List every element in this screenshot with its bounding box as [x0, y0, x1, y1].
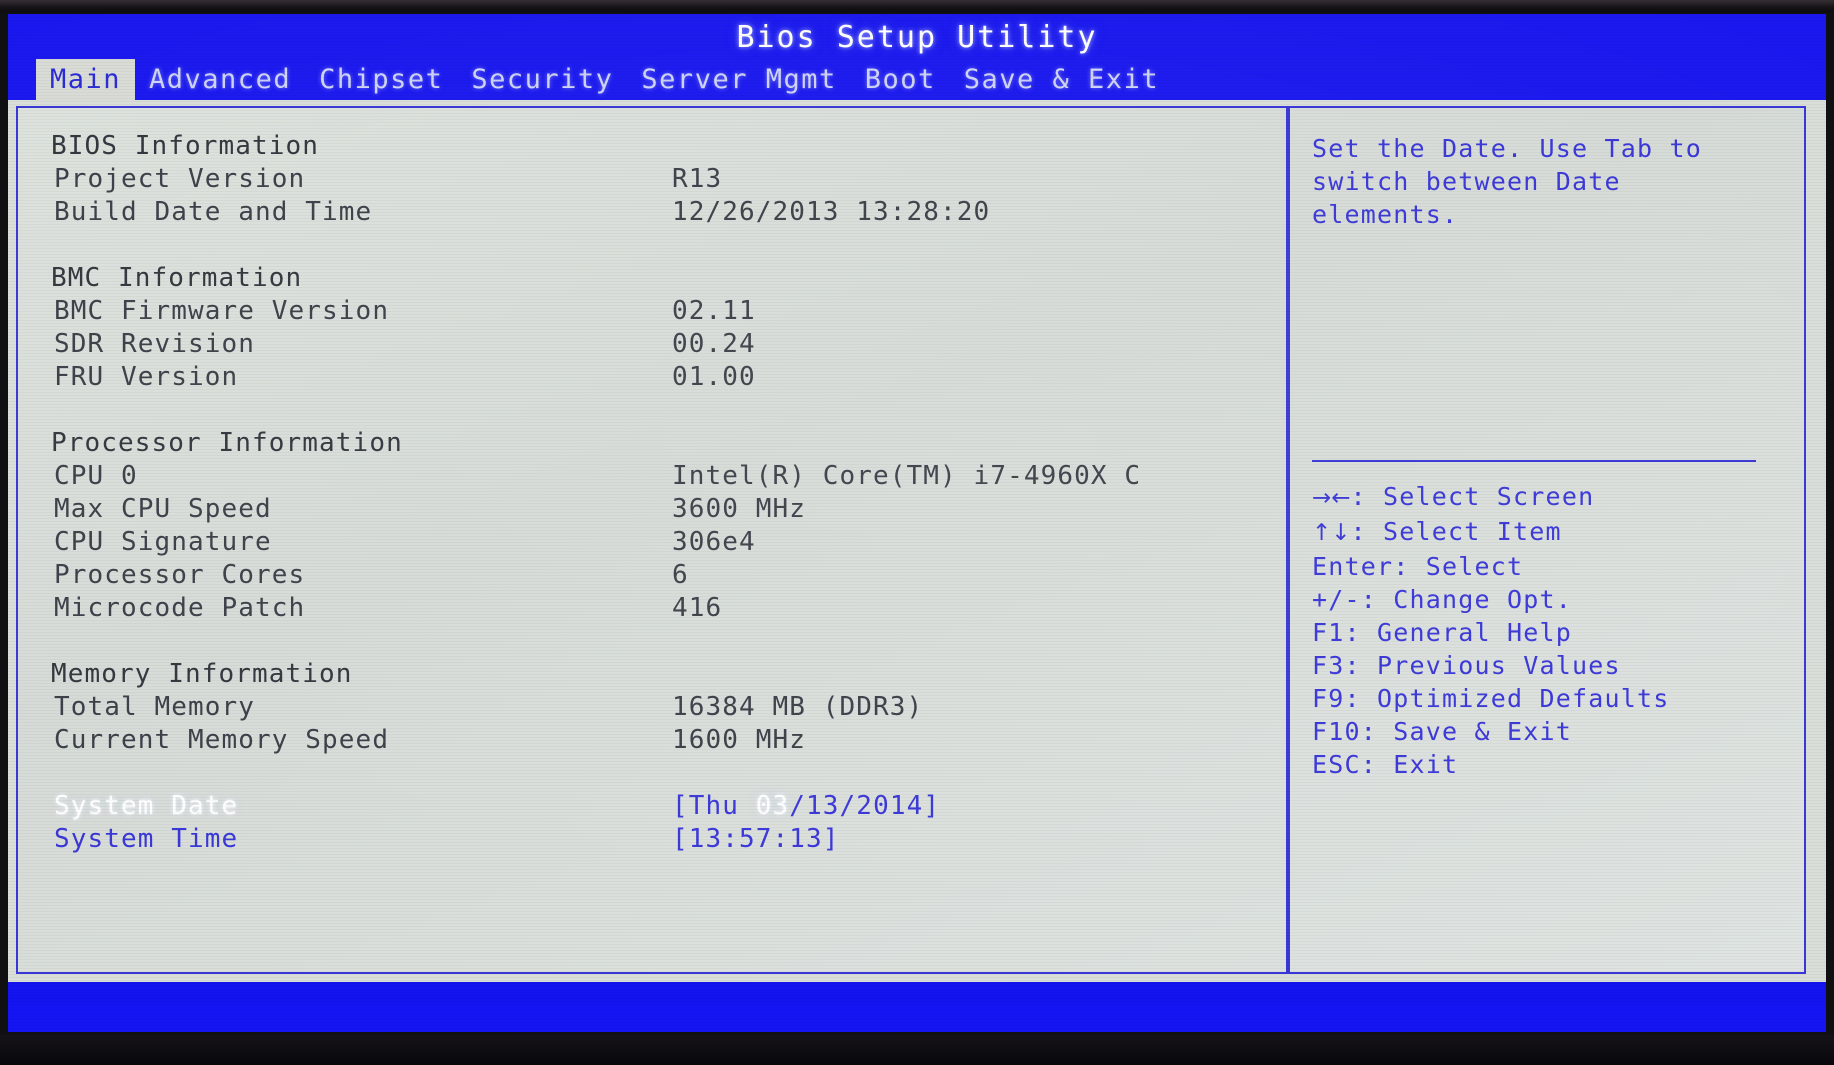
setting-value[interactable]: [13:57:13] — [672, 823, 840, 856]
setting-value: 416 — [672, 593, 723, 623]
setting-row-max-cpu-speed: Max CPU Speed 3600 MHz — [54, 493, 1282, 526]
tab-boot[interactable]: Boot — [851, 59, 950, 101]
row-spacer — [54, 394, 1282, 427]
setting-label: Build Date and Time — [54, 197, 373, 227]
setting-label: CPU Signature — [54, 527, 272, 557]
arrow-up-down-icon: ↑↓ — [1312, 520, 1351, 546]
date-suffix: /13/2014] — [789, 791, 941, 821]
date-prefix: [Thu — [672, 791, 756, 821]
menu-bar: Main Advanced Chipset Security Server Mgmt Bo… — [8, 59, 1826, 101]
setting-label: System Date — [54, 791, 239, 821]
help-separator — [1312, 460, 1756, 462]
setting-row-sdr-revision: SDR Revision 00.24 — [54, 328, 1282, 361]
row-spacer — [54, 625, 1282, 658]
setting-value: 00.24 — [672, 329, 756, 359]
key-legend-line: F1: General Help — [1312, 618, 1573, 647]
setting-value: 306e4 — [672, 527, 756, 557]
help-text-line: Set the Date. Use Tab to — [1312, 134, 1703, 163]
section-header-bmc-information: BMC Information — [51, 262, 1282, 295]
tab-advanced[interactable]: Advanced — [135, 59, 305, 101]
setting-label: Microcode Patch — [54, 593, 306, 623]
date-month-field[interactable]: 03 — [756, 791, 790, 821]
setting-value: 1600 MHz — [672, 725, 807, 755]
setting-row-bmc-firmware-version: BMC Firmware Version 02.11 — [54, 295, 1282, 328]
key-legend-line: F3: Previous Values — [1312, 651, 1621, 680]
setting-label: CPU 0 — [54, 461, 138, 491]
content-box: BIOS Information Project Version R13 Build … — [16, 106, 1806, 974]
setting-row-system-date[interactable]: System Date [Thu 03/13/2014] — [54, 790, 1282, 823]
bezel-bottom — [0, 1035, 1834, 1065]
setting-label: System Time — [54, 824, 239, 854]
footer-bar — [8, 1004, 1826, 1032]
bios-screen: Bios Setup Utility Main Advanced Chipset Se… — [8, 14, 1826, 1032]
bezel-top-glare — [0, 0, 1834, 12]
setting-value: 3600 MHz — [672, 494, 807, 524]
setting-value: R13 — [672, 164, 723, 194]
section-header-memory-information: Memory Information — [51, 658, 1282, 691]
arrow-left-right-icon: →← — [1312, 485, 1351, 511]
tab-main[interactable]: Main — [36, 59, 136, 101]
setting-label: Project Version — [54, 164, 306, 194]
setting-row-cpu-0: CPU 0 Intel(R) Core(TM) i7-4960X C — [54, 460, 1282, 493]
section-label: Memory Information — [51, 659, 353, 689]
setting-value: Intel(R) Core(TM) i7-4960X C — [672, 461, 1142, 491]
setting-row-cpu-signature: CPU Signature 306e4 — [54, 526, 1282, 559]
setting-label: Processor Cores — [54, 560, 306, 590]
tab-list: Main Advanced Chipset Security Server Mgmt Bo… — [36, 59, 1173, 101]
setting-value: 02.11 — [672, 296, 756, 326]
setting-value: 6 — [672, 560, 689, 590]
body-frame: BIOS Information Project Version R13 Build … — [8, 100, 1826, 982]
row-spacer — [54, 757, 1282, 790]
tab-chipset[interactable]: Chipset — [305, 59, 457, 101]
monitor-bezel: Bios Setup Utility Main Advanced Chipset Se… — [0, 0, 1834, 1065]
help-text-line: elements. — [1312, 200, 1459, 229]
key-legend-line: →←: Select Screen — [1312, 480, 1670, 515]
setting-row-processor-cores: Processor Cores 6 — [54, 559, 1282, 592]
section-header-bios-information: BIOS Information — [51, 130, 1282, 163]
setting-value: 12/26/2013 13:28:20 — [672, 197, 991, 227]
setting-value-date[interactable]: [Thu 03/13/2014] — [672, 790, 940, 823]
setting-label: Total Memory — [54, 692, 256, 722]
setting-row-microcode-patch: Microcode Patch 416 — [54, 592, 1282, 625]
key-legend-line: +/-: Change Opt. — [1312, 585, 1573, 614]
key-legend-line: F10: Save & Exit — [1312, 717, 1573, 746]
tab-save-exit[interactable]: Save & Exit — [950, 59, 1173, 101]
setting-value: 16384 MB (DDR3) — [672, 692, 924, 722]
setting-row-project-version: Project Version R13 — [54, 163, 1282, 196]
help-panel: Set the Date. Use Tab to switch between D… — [1290, 108, 1804, 972]
setting-value: 01.00 — [672, 362, 756, 392]
help-text-line: switch between Date — [1312, 167, 1621, 196]
setting-row-fru-version: FRU Version 01.00 — [54, 361, 1282, 394]
setting-label: BMC Firmware Version — [54, 296, 390, 326]
page-title: Bios Setup Utility — [736, 20, 1098, 55]
setting-row-system-time[interactable]: System Time [13:57:13] — [54, 823, 1282, 856]
key-legend-line: ESC: Exit — [1312, 750, 1459, 779]
setting-row-build-date-and-time: Build Date and Time 12/26/2013 13:28:20 — [54, 196, 1282, 229]
title-bar: Bios Setup Utility — [8, 14, 1826, 60]
section-label: BIOS Information — [51, 131, 320, 161]
row-spacer — [54, 229, 1282, 262]
setting-row-total-memory: Total Memory 16384 MB (DDR3) — [54, 691, 1282, 724]
key-legend-line: ↑↓: Select Item — [1312, 515, 1670, 550]
section-label: BMC Information — [51, 263, 303, 293]
section-label: Processor Information — [51, 428, 403, 458]
tab-security[interactable]: Security — [457, 59, 627, 101]
setting-label: Max CPU Speed — [54, 494, 272, 524]
setting-label: SDR Revision — [54, 329, 256, 359]
key-legend-line: Enter: Select — [1312, 552, 1524, 581]
setting-label: FRU Version — [54, 362, 239, 392]
key-legend-text: : Select Screen — [1350, 482, 1595, 511]
setting-row-current-memory-speed: Current Memory Speed 1600 MHz — [54, 724, 1282, 757]
tab-server-mgmt[interactable]: Server Mgmt — [627, 59, 850, 101]
key-legend: →←: Select Screen ↑↓: Select Item Enter: S… — [1312, 480, 1670, 781]
settings-list: BIOS Information Project Version R13 Build … — [18, 108, 1282, 972]
key-legend-text: : Select Item — [1350, 517, 1562, 546]
setting-label: Current Memory Speed — [54, 725, 390, 755]
help-text: Set the Date. Use Tab to switch between D… — [1312, 132, 1790, 231]
section-header-processor-information: Processor Information — [51, 427, 1282, 460]
key-legend-line: F9: Optimized Defaults — [1312, 684, 1670, 713]
